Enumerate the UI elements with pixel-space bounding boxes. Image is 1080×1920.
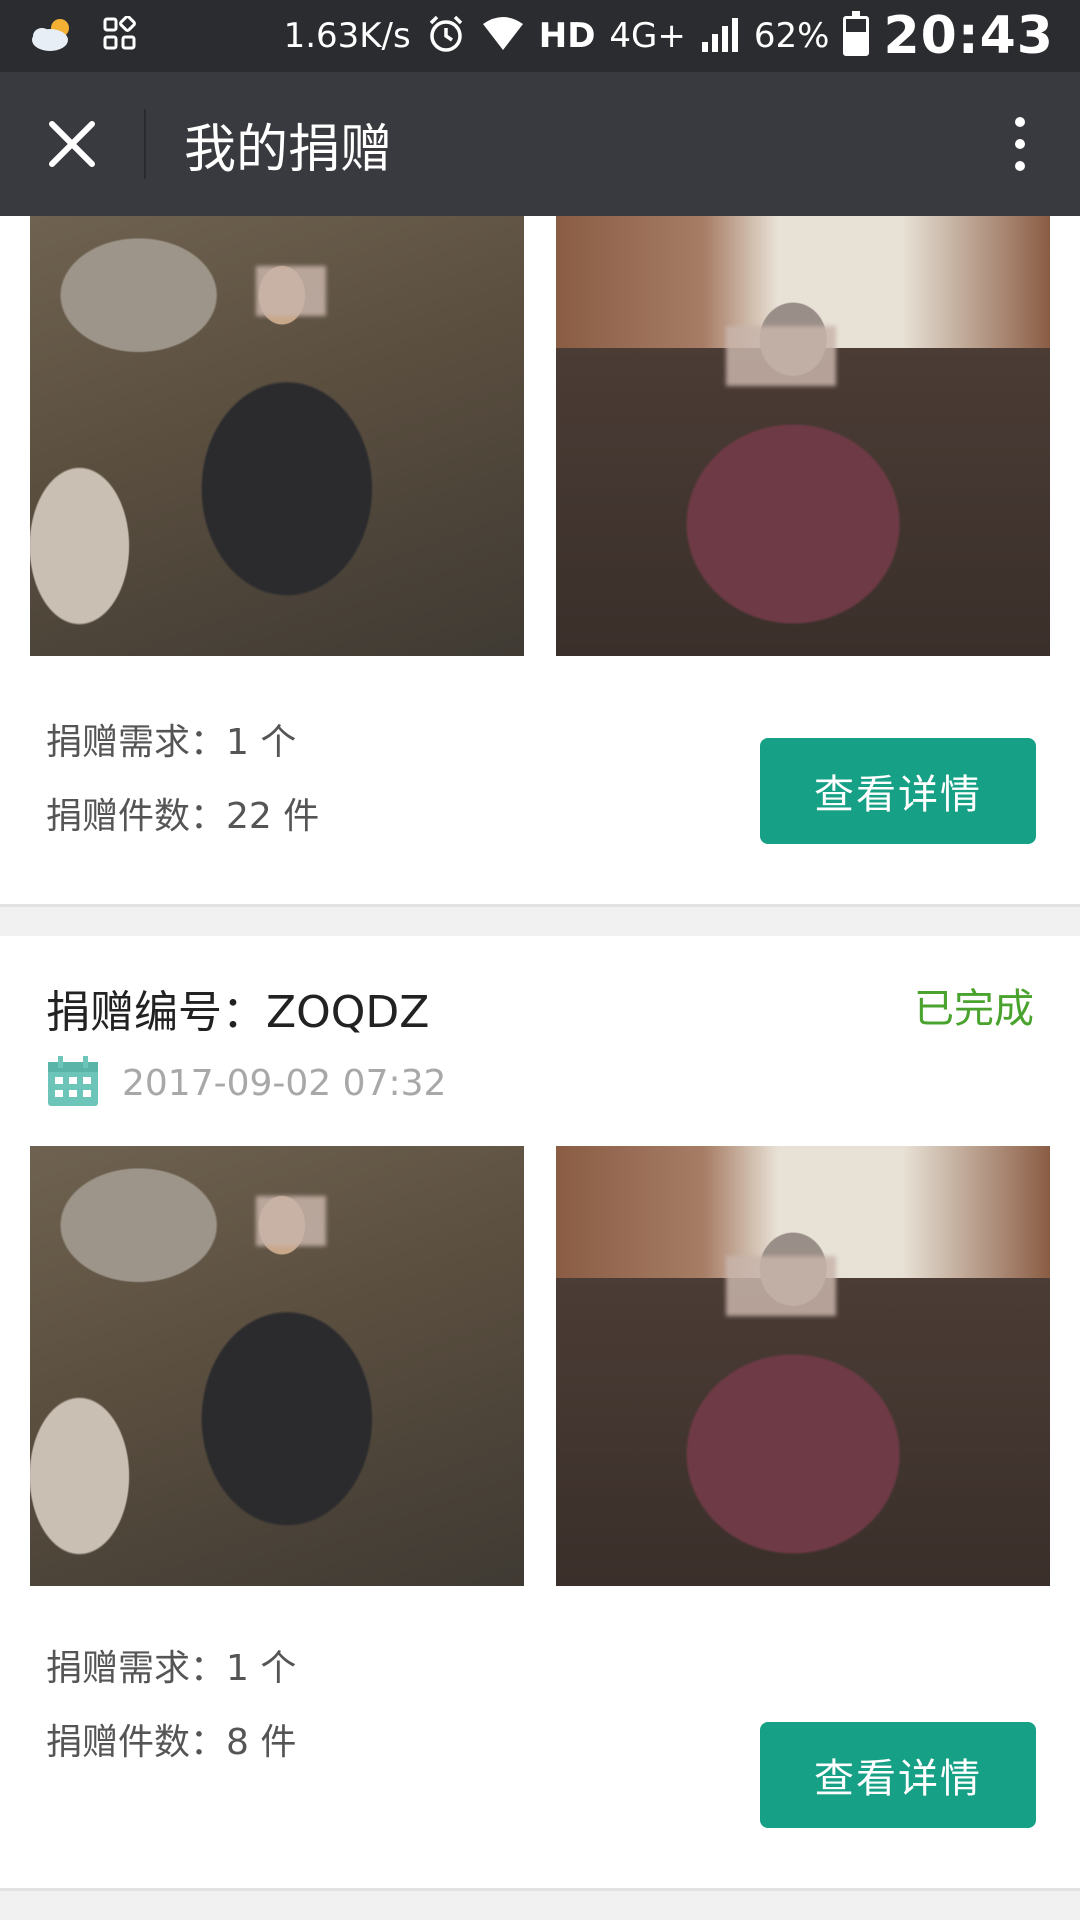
title-bar: 我的捐赠 bbox=[0, 72, 1080, 216]
network-speed: 1.63K/s bbox=[283, 16, 411, 56]
donation-list[interactable]: 捐赠需求：1 个 捐赠件数：22 件 查看详情 捐赠编号：ZOQDZ 已完成 2… bbox=[0, 216, 1080, 1920]
weather-icon bbox=[28, 14, 78, 58]
count-line: 捐赠件数：8 件 bbox=[46, 1706, 296, 1780]
date-row: 2017-09-02 07:32 bbox=[46, 1054, 446, 1112]
donation-id-value: ZOQDZ bbox=[266, 987, 430, 1038]
battery-icon bbox=[843, 11, 870, 56]
more-menu-button[interactable] bbox=[960, 72, 1080, 216]
view-details-button[interactable]: 查看详情 bbox=[760, 1722, 1036, 1828]
card-separator bbox=[0, 904, 1080, 936]
signal-icon bbox=[700, 14, 740, 58]
demand-label: 捐赠需求： bbox=[46, 1648, 227, 1689]
app-grid-icon bbox=[102, 15, 138, 56]
alarm-icon bbox=[425, 13, 467, 59]
wifi-icon bbox=[481, 16, 525, 56]
demand-label: 捐赠需求： bbox=[46, 722, 227, 763]
network-type: 4G+ bbox=[609, 16, 686, 56]
title-divider bbox=[144, 109, 146, 179]
donation-id-label: 捐赠编号： bbox=[46, 987, 266, 1038]
clock: 20:43 bbox=[883, 6, 1054, 66]
hd-label: HD bbox=[538, 16, 596, 56]
count-value: 22 件 bbox=[226, 796, 320, 837]
view-details-button[interactable]: 查看详情 bbox=[760, 738, 1036, 844]
beneficiary-photo[interactable] bbox=[556, 216, 1050, 656]
donation-date: 2017-09-02 07:32 bbox=[122, 1062, 447, 1104]
donation-info: 捐赠需求：1 个 捐赠件数：8 件 bbox=[46, 1632, 296, 1780]
status-bar: 1.63K/s HD 4G+ 62% 20:43 bbox=[0, 0, 1080, 72]
photo-row bbox=[30, 216, 1050, 656]
page-title: 我的捐赠 bbox=[184, 119, 393, 180]
status-badge: 已完成 bbox=[914, 986, 1034, 1032]
photo-row bbox=[30, 1146, 1050, 1586]
close-button[interactable] bbox=[0, 72, 144, 216]
demand-line: 捐赠需求：1 个 bbox=[46, 706, 319, 780]
beneficiary-photo[interactable] bbox=[30, 1146, 524, 1586]
calendar-icon bbox=[46, 1054, 100, 1112]
count-label: 捐赠件数： bbox=[46, 1722, 227, 1763]
more-dot bbox=[1015, 139, 1025, 149]
demand-line: 捐赠需求：1 个 bbox=[46, 1632, 296, 1706]
beneficiary-photo[interactable] bbox=[556, 1146, 1050, 1586]
card-separator bbox=[0, 1888, 1080, 1920]
more-dot bbox=[1015, 161, 1025, 171]
more-dot bbox=[1015, 117, 1025, 127]
battery-percent: 62% bbox=[753, 16, 830, 56]
beneficiary-photo[interactable] bbox=[30, 216, 524, 656]
demand-value: 1 个 bbox=[226, 722, 297, 763]
close-icon bbox=[49, 121, 95, 167]
donation-info: 捐赠需求：1 个 捐赠件数：22 件 bbox=[46, 706, 319, 854]
count-label: 捐赠件数： bbox=[46, 796, 227, 837]
count-value: 8 件 bbox=[226, 1722, 297, 1763]
donation-id: 捐赠编号：ZOQDZ bbox=[46, 976, 429, 1040]
count-line: 捐赠件数：22 件 bbox=[46, 780, 319, 854]
demand-value: 1 个 bbox=[226, 1648, 297, 1689]
